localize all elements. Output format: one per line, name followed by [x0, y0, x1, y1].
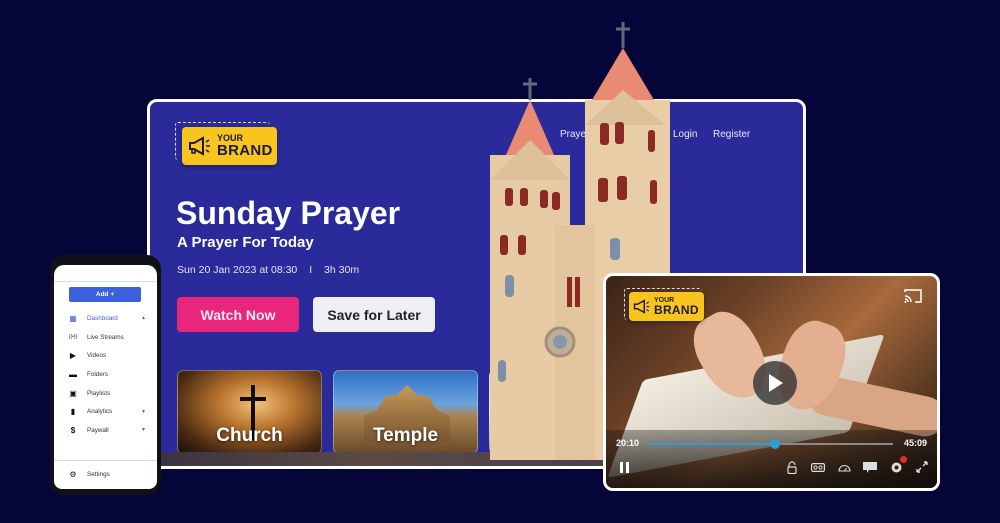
- videos-icon: ▶: [69, 351, 77, 361]
- current-time: 20:10: [616, 438, 640, 448]
- sidebar-item-label: Paywall: [87, 426, 109, 434]
- progress-fill: [648, 443, 776, 445]
- lock-icon[interactable]: [785, 460, 799, 474]
- meta-separator: I: [309, 264, 313, 276]
- cast-icon[interactable]: [903, 288, 923, 304]
- nav-link-register[interactable]: Register: [713, 129, 750, 140]
- speed-icon[interactable]: [837, 460, 851, 474]
- player-toolbar: [785, 456, 929, 474]
- pause-icon-bar: [620, 462, 623, 473]
- playlists-icon: ▣: [69, 388, 77, 398]
- sidebar-menu: ▦ Dashboard ▲ ((•)) Live Streams ▶ Video…: [54, 309, 157, 440]
- save-for-later-button[interactable]: Save for Later: [313, 297, 435, 332]
- notification-badge: [900, 456, 907, 463]
- gear-icon: ⚙: [69, 469, 77, 479]
- sidebar-item-videos[interactable]: ▶ Videos: [54, 346, 157, 365]
- chevron-up-icon: ▲: [141, 315, 146, 322]
- progress-bar[interactable]: [648, 439, 893, 449]
- cross-image-bar: [240, 397, 266, 401]
- mobile-app-preview: Add + ▦ Dashboard ▲ ((•)) Live Streams ▶…: [50, 255, 161, 495]
- phone-header-divider: [54, 281, 157, 282]
- watch-now-button[interactable]: Watch Now: [177, 297, 299, 332]
- progress-thumb[interactable]: [770, 439, 781, 449]
- settings-icon[interactable]: [889, 456, 907, 474]
- page-title: Sunday Prayer: [176, 195, 401, 231]
- chevron-down-icon: ▼: [141, 427, 146, 434]
- pause-icon-bar: [626, 462, 629, 473]
- analytics-icon: ▮: [70, 407, 76, 417]
- chevron-down-icon: ▼: [141, 408, 146, 415]
- sidebar-item-paywall[interactable]: $ Paywall ▼: [54, 421, 157, 440]
- nav-link-login[interactable]: Login: [673, 129, 697, 140]
- sidebar-item-label: Settings: [87, 470, 110, 478]
- video-player[interactable]: YOUR BRAND 20:10 45:09: [603, 273, 940, 491]
- play-icon: [769, 374, 783, 392]
- brand-text-bottom: BRAND: [654, 303, 699, 317]
- player-brand-logo: YOUR BRAND: [629, 292, 704, 321]
- folders-icon: ▬: [69, 369, 77, 379]
- sidebar-item-folders[interactable]: ▬ Folders: [54, 365, 157, 384]
- sidebar-item-dashboard[interactable]: ▦ Dashboard ▲: [54, 309, 157, 328]
- paywall-icon: $: [70, 425, 76, 435]
- player-controls: 20:10 45:09: [606, 430, 937, 488]
- live-streams-icon: ((•)): [68, 334, 78, 341]
- subtitles-icon[interactable]: [863, 460, 877, 474]
- sidebar-item-label: Playlists: [87, 389, 111, 397]
- sidebar-item-analytics[interactable]: ▮ Analytics ▼: [54, 402, 157, 421]
- phone-screen: Add + ▦ Dashboard ▲ ((•)) Live Streams ▶…: [54, 265, 157, 489]
- event-duration: 3h 30m: [324, 264, 360, 276]
- megaphone-icon: [633, 299, 650, 314]
- total-time: 45:09: [903, 438, 927, 448]
- dashboard-icon: ▦: [69, 313, 77, 323]
- event-meta: Sun 20 Jan 2023 at 08:30 I 3h 30m: [177, 264, 359, 276]
- sidebar-item-label: Folders: [87, 370, 108, 378]
- add-button[interactable]: Add +: [69, 287, 141, 302]
- sidebar-item-settings[interactable]: ⚙ Settings: [54, 465, 157, 484]
- brand-logo[interactable]: YOUR BRAND: [182, 127, 277, 165]
- megaphone-icon: [189, 136, 210, 156]
- category-tile-church[interactable]: Church: [177, 370, 322, 454]
- page-subtitle: A Prayer For Today: [177, 234, 314, 251]
- fullscreen-icon[interactable]: [915, 460, 929, 474]
- sidebar-item-live-streams[interactable]: ((•)) Live Streams: [54, 328, 157, 347]
- pause-button[interactable]: [620, 462, 629, 473]
- category-tile-temple[interactable]: Temple: [333, 370, 478, 454]
- brand-text-bottom: BRAND: [217, 142, 273, 159]
- tile-label: Church: [216, 425, 283, 446]
- sidebar-item-playlists[interactable]: ▣ Playlists: [54, 384, 157, 403]
- play-button[interactable]: [753, 361, 797, 405]
- tile-label: Temple: [372, 425, 439, 446]
- event-date: Sun 20 Jan 2023 at 08:30: [177, 264, 298, 276]
- sidebar-item-label: Dashboard: [87, 314, 118, 322]
- vr-icon[interactable]: [811, 460, 825, 474]
- sidebar-divider: [54, 460, 157, 461]
- sidebar-item-label: Analytics: [87, 408, 113, 416]
- sidebar-item-label: Live Streams: [87, 333, 124, 341]
- sidebar-item-label: Videos: [87, 352, 107, 360]
